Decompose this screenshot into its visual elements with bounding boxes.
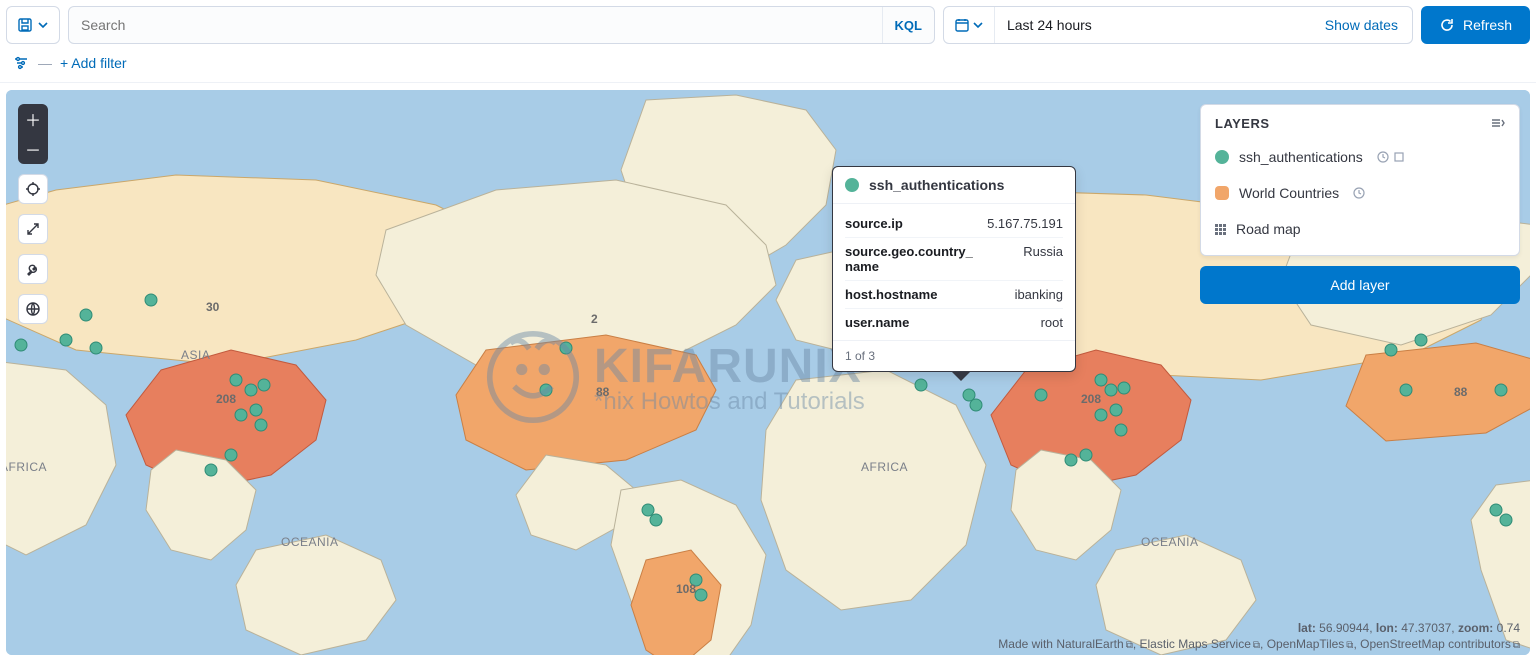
map-canvas[interactable]: ASIA ASIA AFRICA AFRICA OCEANIA OCEANIA …	[6, 90, 1530, 655]
map-attribution: lat: 56.90944, lon: 47.37037, zoom: 0.74…	[998, 619, 1520, 651]
tooltip-key: user.name	[845, 315, 909, 330]
layer-swatch-icon	[1215, 150, 1229, 164]
filter-bar: — + Add filter	[0, 50, 1536, 83]
refresh-icon	[1439, 17, 1455, 33]
attr-link[interactable]: OpenMapTiles	[1267, 637, 1345, 651]
expand-icon	[25, 221, 41, 237]
add-filter-link[interactable]: + Add filter	[60, 55, 127, 71]
attr-prefix: Made with	[998, 637, 1053, 651]
feature-tooltip: ssh_authentications source.ip 5.167.75.19…	[832, 166, 1076, 372]
add-layer-button[interactable]: Add layer	[1200, 266, 1520, 304]
layer-item-countries[interactable]: World Countries	[1215, 175, 1505, 211]
saved-query-button[interactable]	[6, 6, 60, 44]
chevron-down-icon	[972, 19, 984, 31]
fullscreen-button[interactable]	[18, 214, 48, 244]
refresh-label: Refresh	[1463, 17, 1512, 33]
lat-value: 56.90944	[1319, 621, 1369, 635]
kql-toggle[interactable]: KQL	[882, 7, 934, 43]
tooltip-value: ibanking	[1015, 287, 1063, 302]
tooltip-value: Russia	[1023, 244, 1063, 274]
tooltip-body: source.ip 5.167.75.191 source.geo.country…	[833, 204, 1075, 340]
tooltip-row: user.name root	[845, 309, 1063, 336]
layers-title: LAYERS	[1215, 116, 1270, 131]
layer-label: Road map	[1236, 221, 1301, 237]
collapse-icon[interactable]	[1489, 115, 1505, 131]
map-controls: ＋ －	[18, 104, 48, 334]
zoom-in-button[interactable]: ＋	[18, 104, 48, 134]
tooltip-header: ssh_authentications	[833, 167, 1075, 204]
timeslider-button[interactable]	[18, 294, 48, 324]
layer-swatch-icon	[1215, 186, 1229, 200]
filter-options-button[interactable]	[12, 54, 30, 72]
lon-label: lon:	[1376, 621, 1398, 635]
tooltip-value: root	[1041, 315, 1063, 330]
tooltip-row: host.hostname ibanking	[845, 281, 1063, 309]
clock-icon	[1377, 151, 1389, 163]
layer-label: World Countries	[1239, 185, 1339, 201]
date-range-text: Last 24 hours	[995, 17, 1311, 33]
attr-link[interactable]: OpenStreetMap contributors	[1360, 637, 1511, 651]
tooltip-pager: 1 of 3	[833, 340, 1075, 371]
crosshair-icon	[25, 181, 41, 197]
wrench-icon	[25, 261, 41, 277]
chevron-down-icon	[37, 19, 49, 31]
layers-header: LAYERS	[1215, 115, 1505, 139]
calendar-icon	[954, 17, 970, 33]
refresh-button[interactable]: Refresh	[1421, 6, 1530, 44]
layers-panel: LAYERS ssh_authentications World Countri…	[1200, 104, 1520, 304]
tooltip-key: source.ip	[845, 216, 903, 231]
tooltip-row: source.ip 5.167.75.191	[845, 210, 1063, 238]
tools-button[interactable]	[18, 254, 48, 284]
lon-value: 47.37037	[1401, 621, 1451, 635]
layers-card: LAYERS ssh_authentications World Countri…	[1200, 104, 1520, 256]
tooltip-row: source.geo.country_name Russia	[845, 238, 1063, 281]
layer-item-ssh[interactable]: ssh_authentications	[1215, 139, 1505, 175]
tooltip-key: host.hostname	[845, 287, 937, 302]
attr-link[interactable]: NaturalEarth	[1056, 637, 1123, 651]
show-dates-link[interactable]: Show dates	[1311, 17, 1412, 33]
globe-clock-icon	[25, 301, 41, 317]
attr-link[interactable]: Elastic Maps Service	[1140, 637, 1251, 651]
search-group: KQL	[68, 6, 935, 44]
attribution-links: Made with NaturalEarth⧉, Elastic Maps Se…	[998, 637, 1520, 651]
calendar-button[interactable]	[944, 7, 995, 43]
extent-icon	[1393, 151, 1405, 163]
filter-divider: —	[38, 55, 52, 71]
zoom-label: zoom:	[1458, 621, 1493, 635]
filter-icon	[13, 55, 29, 71]
fit-bounds-button[interactable]	[18, 174, 48, 204]
tooltip-key: source.geo.country_name	[845, 244, 975, 274]
layer-item-roadmap[interactable]: Road map	[1215, 211, 1505, 247]
date-picker[interactable]: Last 24 hours Show dates	[943, 6, 1413, 44]
lat-label: lat:	[1298, 621, 1316, 635]
zoom-out-button[interactable]: －	[18, 134, 48, 164]
clock-icon	[1353, 187, 1365, 199]
layer-label: ssh_authentications	[1239, 149, 1363, 165]
coord-readout: lat: 56.90944, lon: 47.37037, zoom: 0.74	[998, 621, 1520, 635]
tooltip-title: ssh_authentications	[869, 177, 1004, 193]
tooltip-value: 5.167.75.191	[987, 216, 1063, 231]
grid-icon	[1215, 224, 1226, 235]
save-icon	[17, 17, 33, 33]
layer-color-swatch	[845, 178, 859, 192]
zoom-value: 0.74	[1497, 621, 1520, 635]
query-bar: KQL Last 24 hours Show dates Refresh	[0, 0, 1536, 50]
search-input[interactable]	[69, 17, 882, 33]
